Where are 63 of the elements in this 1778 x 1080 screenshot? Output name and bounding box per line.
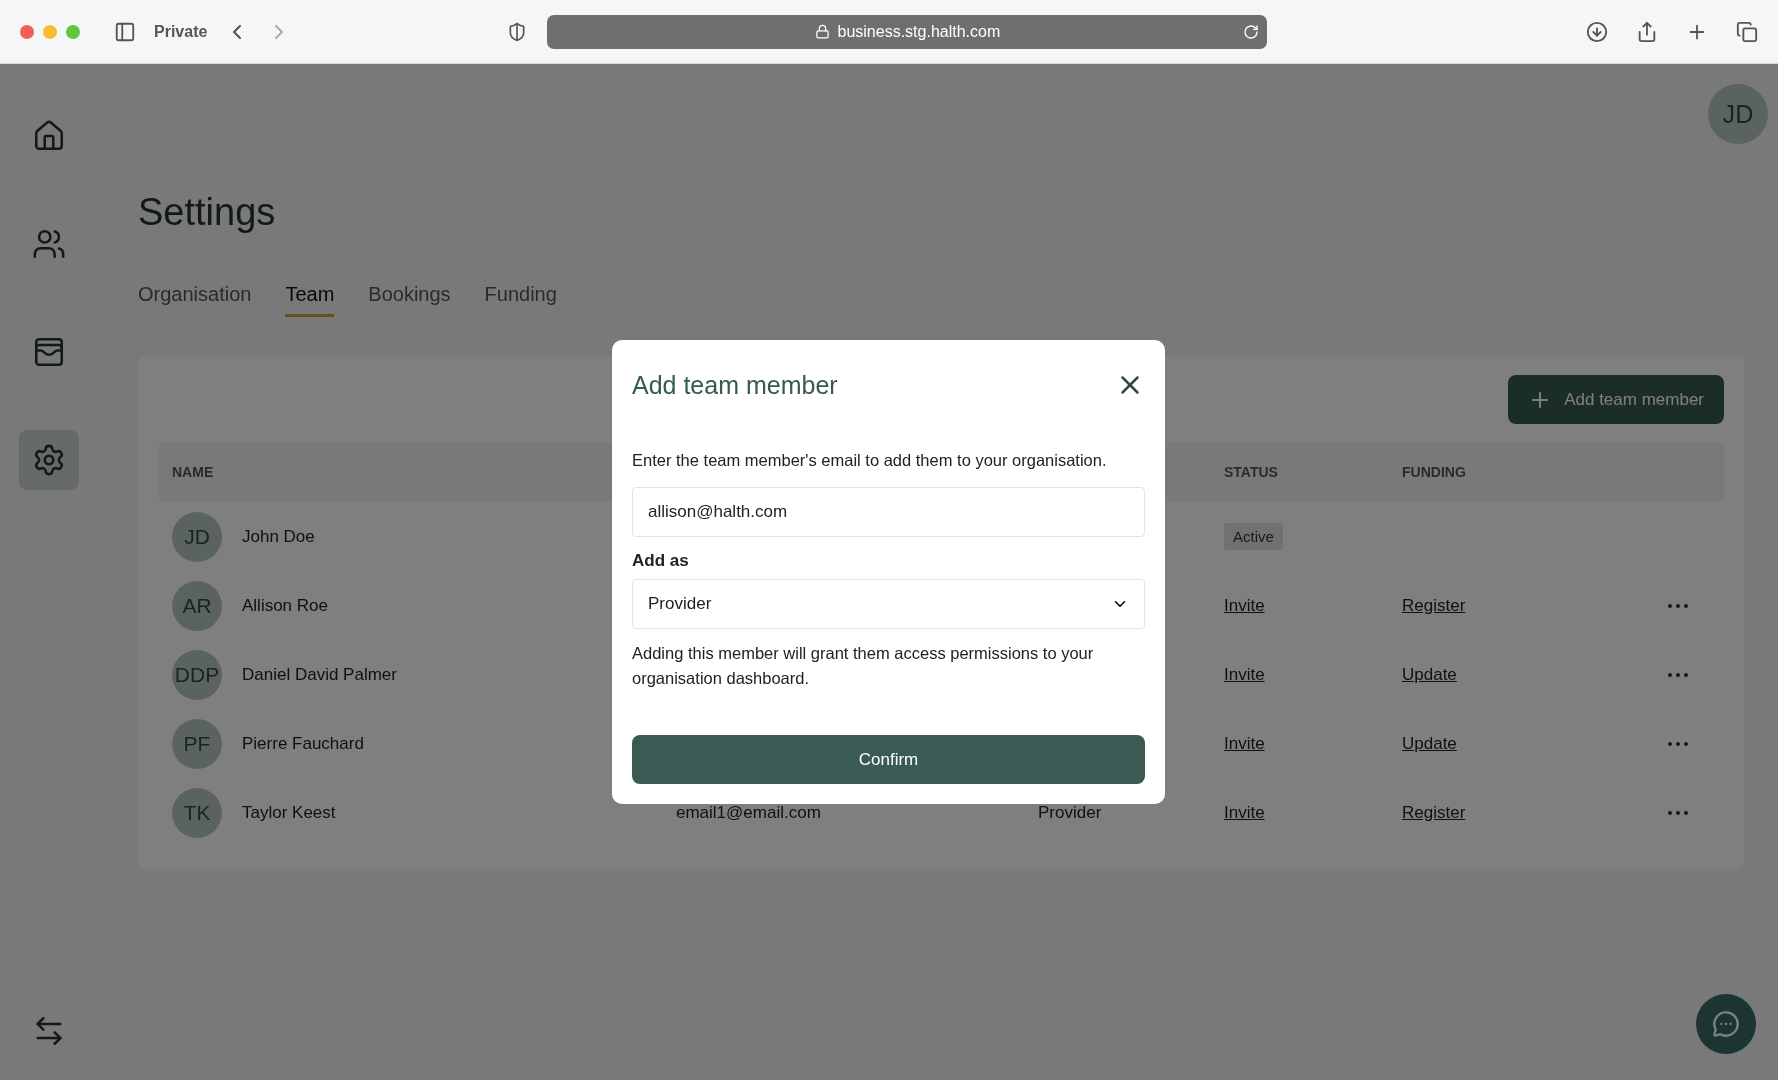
tab[interactable]: Bookings <box>368 283 451 317</box>
more-button[interactable] <box>1668 741 1688 746</box>
column-header: STATUS <box>1224 464 1279 480</box>
share-icon[interactable] <box>1636 20 1658 43</box>
funding-link[interactable]: Register <box>1402 595 1466 616</box>
ellipsis-icon <box>1668 741 1688 746</box>
member-avatar: JD <box>172 511 222 562</box>
funding-link[interactable]: Update <box>1402 664 1457 685</box>
private-label: Private <box>154 22 208 41</box>
settings-icon <box>32 443 66 477</box>
member-avatar: PF <box>172 718 222 769</box>
role-select[interactable]: Provider <box>632 579 1145 629</box>
funding-link[interactable]: Update <box>1402 733 1457 754</box>
ellipsis-icon <box>1668 603 1688 608</box>
page-title: Settings <box>138 191 277 234</box>
people-icon <box>32 227 66 261</box>
reload-icon[interactable] <box>1243 23 1260 40</box>
member-avatar: DDP <box>172 649 222 700</box>
tabs-icon[interactable] <box>1736 20 1758 43</box>
column-header: FUNDING <box>1402 464 1467 480</box>
dialog-note: Adding this member will grant them access permissions to your organisation dashboard. <box>632 643 1095 689</box>
shield-icon[interactable] <box>507 21 528 42</box>
invite-link[interactable]: Invite <box>1224 664 1265 685</box>
more-button[interactable] <box>1668 672 1688 677</box>
tab[interactable]: Team <box>285 283 335 317</box>
chat-button[interactable] <box>1696 994 1756 1054</box>
invite-link[interactable]: Invite <box>1224 733 1265 754</box>
close-window-icon[interactable] <box>20 24 34 39</box>
more-button[interactable] <box>1668 810 1688 815</box>
download-icon[interactable] <box>1586 20 1608 43</box>
nav-button[interactable] <box>19 430 79 490</box>
ellipsis-icon <box>1668 810 1688 815</box>
user-avatar[interactable]: JD <box>1708 84 1768 144</box>
member-name: Daniel David Palmer <box>242 664 397 685</box>
cards-icon <box>32 335 66 369</box>
member-name: John Doe <box>242 526 315 547</box>
member-email: email1@email.com <box>676 802 822 823</box>
home-icon <box>32 119 66 153</box>
role-label: Add as <box>632 551 690 571</box>
confirm-button[interactable]: Confirm <box>632 735 1145 784</box>
chat-icon <box>1712 1010 1740 1038</box>
dialog-title: Add team member <box>632 370 838 400</box>
add-team-member-button[interactable]: Add team member <box>1508 375 1724 424</box>
ellipsis-icon <box>1668 672 1688 677</box>
lock-icon <box>814 24 830 39</box>
member-name: Allison Roe <box>242 595 328 616</box>
tab[interactable]: Organisation <box>138 283 252 317</box>
tab[interactable]: Funding <box>484 283 557 317</box>
sidebar-icon[interactable] <box>114 20 136 43</box>
dialog-intro: Enter the team member's email to add them to your organisation. <box>632 450 1108 471</box>
more-button[interactable] <box>1668 603 1688 608</box>
member-avatar: TK <box>172 787 222 838</box>
member-role: Provider <box>1038 802 1103 823</box>
invite-link[interactable]: Invite <box>1224 802 1265 823</box>
column-header: NAME <box>172 464 215 480</box>
member-name: Pierre Fauchard <box>242 733 364 754</box>
member-name: Taylor Keest <box>242 802 336 823</box>
member-avatar: AR <box>172 580 222 631</box>
invite-link[interactable]: Invite <box>1224 595 1265 616</box>
funding-link[interactable]: Register <box>1402 802 1466 823</box>
status-badge: Active <box>1224 523 1283 550</box>
address-bar[interactable]: business.stg.halth.com <box>547 14 1268 49</box>
email-field[interactable]: allison@halth.com <box>632 487 1145 537</box>
